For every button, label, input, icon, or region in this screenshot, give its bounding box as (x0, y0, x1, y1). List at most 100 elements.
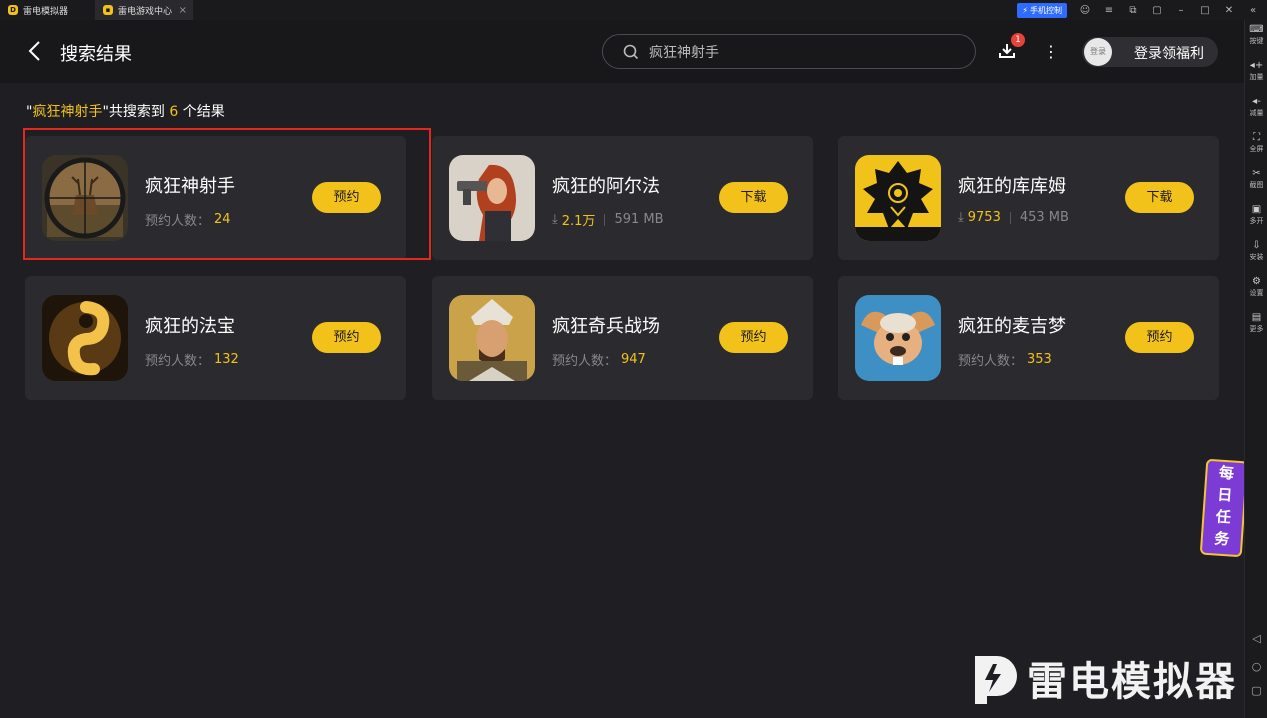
task-char: 任 (1215, 507, 1232, 527)
reservation-label: 预约人数： (145, 354, 211, 369)
sidebar-item-label: 截图 (1249, 181, 1264, 189)
reservation-count: 947 (621, 352, 646, 367)
page-title: 搜索结果 (60, 44, 132, 65)
result-summary: "疯狂神射手"共搜索到 6 个结果 (26, 101, 225, 121)
search-box[interactable] (602, 34, 976, 69)
kukum-app-icon (855, 155, 941, 241)
summary-text: "共搜索到 (102, 104, 170, 120)
summary-query: 疯狂神射手 (32, 104, 103, 120)
result-card[interactable]: 疯狂奇兵战场 预约人数： 947 预约 (432, 276, 813, 400)
sidebar-item-screenshot[interactable]: ✂ 截图 (1245, 168, 1267, 190)
app-window: D 雷电模拟器 ▪ 雷电游戏中心 × ⚡ 手机控制 ☺ ≡ ⧉ ▢ – □ ✕ … (0, 0, 1267, 718)
close-tab-icon[interactable]: × (179, 5, 187, 16)
minimize-icon[interactable]: – (1175, 5, 1187, 16)
reservation-label: 预约人数： (958, 354, 1024, 369)
download-button[interactable]: 下载 (1125, 182, 1194, 213)
gear-icon: ⚙ (1252, 276, 1261, 287)
tab-game-center[interactable]: ▪ 雷电游戏中心 × (95, 0, 193, 20)
reserve-button[interactable]: 预约 (312, 322, 381, 353)
more-icon: ▤ (1251, 312, 1262, 323)
cartoon-dog-app-icon (855, 295, 941, 381)
lightning-icon: ⚡ (1022, 5, 1028, 15)
sidebar-item-multi[interactable]: ▣ 多开 (1245, 204, 1267, 226)
phone-control-label: 手机控制 (1030, 5, 1062, 15)
sidebar-item-label: 按键 (1249, 37, 1264, 45)
meta-divider (604, 213, 606, 226)
fullscreen-icon: ⛶ (1253, 132, 1260, 143)
volume-up-icon: ◂+ (1249, 60, 1264, 71)
scissors-icon: ✂ (1252, 168, 1261, 179)
app-name: 疯狂奇兵战场 (552, 316, 660, 337)
treasure-app-icon (42, 295, 128, 381)
sidebar-item-keymap[interactable]: ⌨ 按键 (1245, 24, 1267, 46)
meta-divider (1009, 211, 1011, 224)
sidebar-item-volume-down[interactable]: ◂- 减量 (1245, 96, 1267, 118)
sidebar-item-install[interactable]: ⇩ 安装 (1245, 240, 1267, 262)
reserve-button[interactable]: 预约 (719, 322, 788, 353)
search-input[interactable] (649, 42, 949, 62)
login-label: 登录领福利 (1134, 46, 1204, 62)
restore-window-icon[interactable]: ▢ (1151, 5, 1163, 16)
sidebar-item-label: 加量 (1249, 73, 1264, 81)
sidebar-item-label: 更多 (1249, 325, 1264, 333)
app-meta: ⤓ 9753 453 MB (958, 210, 1069, 225)
alpha-app-icon (449, 155, 535, 241)
back-arrow-icon[interactable] (27, 40, 43, 62)
result-card[interactable]: 疯狂的库库姆 ⤓ 9753 453 MB 下载 (838, 136, 1219, 260)
phone-control-button[interactable]: ⚡ 手机控制 (1017, 2, 1067, 18)
android-recents-icon[interactable]: ▢ (1245, 684, 1267, 697)
app-meta: 预约人数： 353 (958, 350, 1052, 369)
summary-tail: 个结果 (178, 104, 225, 120)
download-button[interactable]: 下载 (719, 182, 788, 213)
task-char: 务 (1213, 529, 1230, 549)
close-icon[interactable]: ✕ (1223, 5, 1235, 16)
title-bar: D 雷电模拟器 ▪ 雷电游戏中心 × ⚡ 手机控制 ☺ ≡ ⧉ ▢ – □ ✕ … (0, 0, 1267, 20)
android-home-icon[interactable]: ○ (1245, 660, 1267, 673)
emulator-sidebar: ⌨ 按键 ◂+ 加量 ◂- 减量 ⛶ 全屏 ✂ 截图 ▣ 多开 ⇩ 安装 ⚙ 设置 ▤ 更多 ◁ … (1244, 20, 1267, 718)
result-card[interactable]: 疯狂的法宝 预约人数： 132 预约 (25, 276, 406, 400)
daily-task-widget[interactable]: 每 日 任 务 (1199, 458, 1249, 558)
sidebar-item-label: 多开 (1249, 217, 1264, 225)
search-icon (623, 44, 639, 60)
gamepad-icon: ▪ (103, 5, 113, 15)
download-count-icon: ⤓ (552, 212, 558, 227)
sidebar-item-settings[interactable]: ⚙ 设置 (1245, 276, 1267, 298)
login-button[interactable]: 登录 登录领福利 (1082, 37, 1218, 67)
pin-icon[interactable]: ⧉ (1127, 5, 1139, 16)
tab-emulator[interactable]: D 雷电模拟器 (0, 0, 95, 20)
sidebar-item-label: 减量 (1249, 109, 1264, 117)
page-header: 搜索结果 1 ⋮ 登录 登录领福利 (0, 20, 1244, 83)
install-icon: ⇩ (1252, 240, 1261, 251)
task-char: 日 (1216, 485, 1234, 505)
file-size: 453 MB (1019, 210, 1069, 225)
collapse-sidebar-icon[interactable]: « (1247, 5, 1259, 16)
sidebar-item-label: 设置 (1249, 289, 1264, 297)
task-char: 每 (1218, 463, 1235, 483)
download-count-icon: ⤓ (958, 210, 964, 225)
keyboard-icon: ⌨ (1249, 24, 1264, 35)
reservation-count: 132 (214, 352, 239, 367)
android-back-icon[interactable]: ◁ (1245, 632, 1267, 645)
sidebar-item-label: 全屏 (1249, 145, 1264, 153)
sidebar-item-fullscreen[interactable]: ⛶ 全屏 (1245, 132, 1267, 154)
app-meta: ⤓ 2.1万 591 MB (552, 210, 664, 229)
file-size: 591 MB (614, 212, 664, 227)
user-icon[interactable]: ☺ (1079, 5, 1091, 16)
avatar: 登录 (1084, 38, 1112, 66)
sidebar-item-volume-up[interactable]: ◂+ 加量 (1245, 60, 1267, 82)
multi-instance-icon: ▣ (1251, 204, 1262, 215)
sidebar-item-label: 安装 (1249, 253, 1264, 261)
app-name: 疯狂的阿尔法 (552, 176, 660, 197)
watermark-text: 雷电模拟器 (1027, 659, 1237, 705)
maximize-icon[interactable]: □ (1199, 5, 1211, 16)
more-options-icon[interactable]: ⋮ (1043, 42, 1059, 62)
tab-label: 雷电模拟器 (23, 6, 69, 17)
app-meta: 预约人数： 132 (145, 350, 239, 369)
result-card[interactable]: 疯狂的麦吉梦 预约人数： 353 预约 (838, 276, 1219, 400)
menu-icon[interactable]: ≡ (1103, 5, 1115, 16)
ldplayer-watermark: 雷电模拟器 (965, 650, 1237, 706)
reserve-button[interactable]: 预约 (1125, 322, 1194, 353)
result-card[interactable]: 疯狂的阿尔法 ⤓ 2.1万 591 MB 下载 (432, 136, 813, 260)
sidebar-item-more[interactable]: ▤ 更多 (1245, 312, 1267, 334)
emulator-logo-icon: D (8, 5, 18, 15)
